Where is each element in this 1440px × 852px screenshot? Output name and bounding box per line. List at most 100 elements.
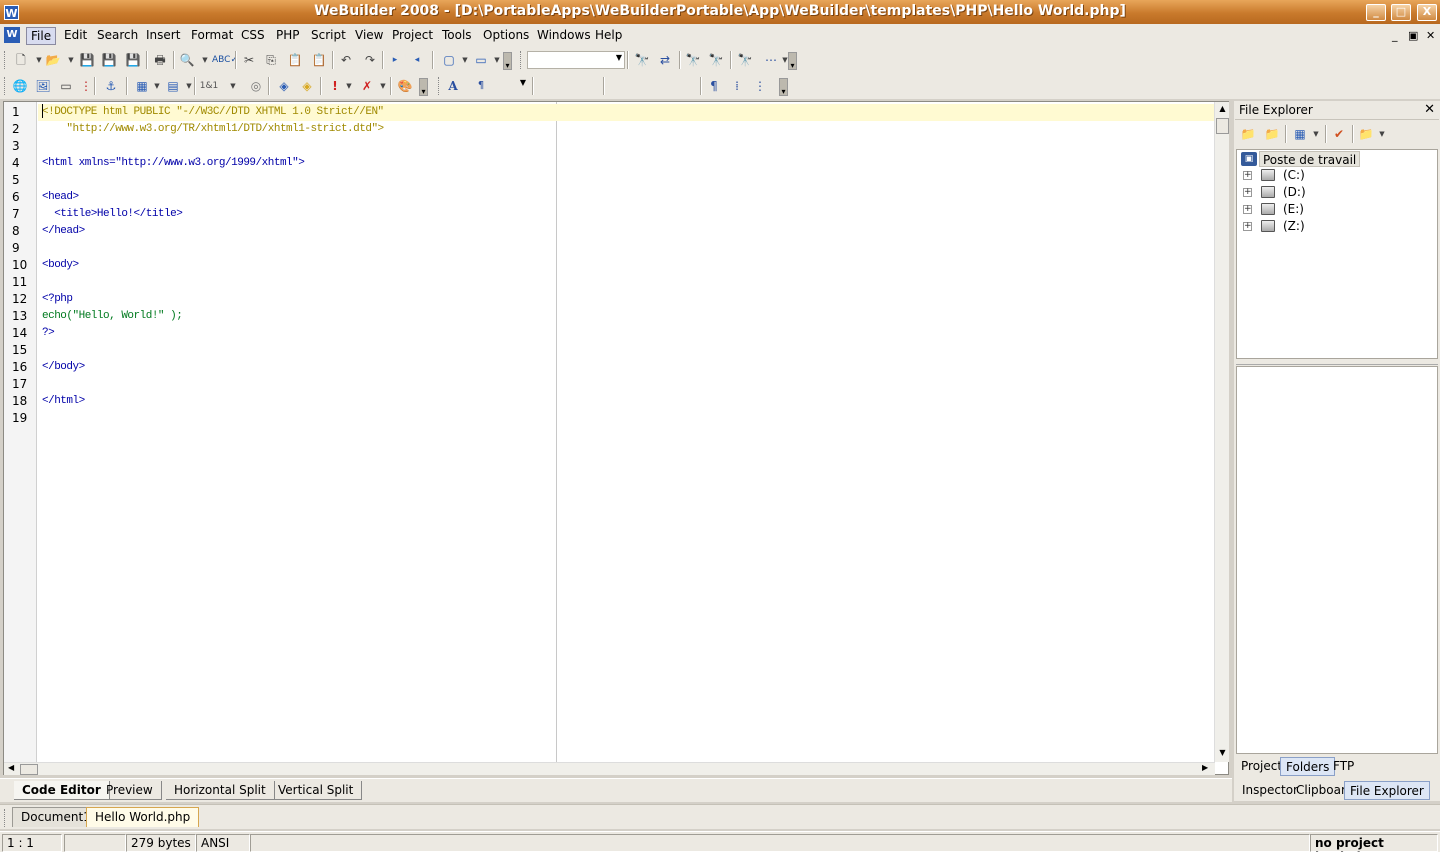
code-line[interactable]: echo("Hello, World!" );	[42, 308, 183, 325]
toolbar-grip[interactable]	[438, 77, 441, 95]
expand-icon[interactable]: +	[1243, 188, 1252, 197]
menu-windows[interactable]: Windows	[533, 27, 595, 45]
special-chars-icon[interactable]: 1&1	[198, 77, 220, 95]
indent-icon[interactable]: ▸	[386, 51, 404, 69]
menu-css[interactable]: CSS	[237, 27, 269, 45]
tree-node-drive-z[interactable]: (Z:)	[1283, 218, 1305, 234]
paste-special-icon[interactable]: 📋	[310, 51, 328, 69]
menu-edit[interactable]: Edit	[60, 27, 91, 45]
view-mode-dropdown-icon[interactable]: ▼	[1307, 125, 1325, 143]
special-chars-dropdown-icon[interactable]: ▼	[224, 77, 242, 95]
image-icon[interactable]: 🖼	[34, 77, 52, 95]
tab-code-editor[interactable]: Code Editor	[14, 781, 110, 800]
close-icon[interactable]: ✕	[1424, 102, 1435, 117]
tab-hello-world-php[interactable]: Hello World.php	[86, 807, 200, 827]
code-line[interactable]: <body>	[42, 257, 79, 274]
new-folder-icon[interactable]: 📁	[1263, 125, 1281, 143]
menu-search[interactable]: Search	[93, 27, 142, 45]
code-line[interactable]: "http://www.w3.org/TR/xhtml1/DTD/xhtml1-…	[42, 121, 384, 138]
toolbar-grip[interactable]	[4, 51, 7, 69]
font-icon[interactable]: A	[444, 77, 462, 95]
horizontal-scroll-thumb[interactable]	[20, 764, 38, 775]
code-line[interactable]: <title>Hello!</title>	[42, 206, 183, 223]
menu-format[interactable]: Format	[187, 27, 237, 45]
font-combo[interactable]: ▼	[527, 51, 625, 69]
cut-icon[interactable]: ✂	[240, 51, 258, 69]
toolbar-overflow-icon[interactable]: ▾	[779, 78, 788, 96]
scroll-left-icon[interactable]: ◀	[8, 763, 14, 772]
tab-horizontal-split[interactable]: Horizontal Split	[166, 781, 275, 800]
toolbar-overflow-icon[interactable]: ▾	[503, 52, 512, 70]
menu-script[interactable]: Script	[307, 27, 350, 45]
vertical-scroll-thumb[interactable]	[1216, 118, 1229, 134]
code-area[interactable]: <!DOCTYPE html PUBLIC "-//W3C//DTD XHTML…	[38, 102, 1215, 762]
toolbar-grip[interactable]	[520, 51, 523, 69]
tidy-icon[interactable]: ◈	[298, 77, 316, 95]
paste-icon[interactable]: 📋	[286, 51, 304, 69]
menu-php[interactable]: PHP	[272, 27, 304, 45]
expand-icon[interactable]: +	[1243, 205, 1252, 214]
code-editor[interactable]: 1 2 3 4 5 6 7 8 9 10 11 12 13 14 15 16 17 18 19 <!DOCTYPE …	[3, 101, 1229, 775]
tree-node-root[interactable]: Poste de travail	[1259, 151, 1361, 167]
code-line[interactable]: </html>	[42, 393, 85, 410]
pane-splitter[interactable]	[1236, 360, 1438, 365]
horizontal-scrollbar[interactable]: ◀ ▶	[4, 762, 1215, 775]
print-preview-icon[interactable]: 🔍	[178, 51, 196, 69]
save-all-icon[interactable]: 💾	[100, 51, 118, 69]
scroll-right-icon[interactable]: ▶	[1202, 763, 1208, 772]
folder-tree[interactable]: ▣ Poste de travail + (C:) + (D:) + (E:) …	[1236, 149, 1438, 359]
paragraph-icon[interactable]: ¶	[472, 77, 490, 95]
favorites-dropdown-icon[interactable]: ▼	[1373, 125, 1391, 143]
find-icon[interactable]: 🔭	[633, 51, 651, 69]
file-list-pane[interactable]	[1236, 366, 1438, 754]
print-icon[interactable]: 🖶	[151, 51, 169, 69]
line-break-icon[interactable]: ⁞	[728, 77, 746, 95]
find-next-icon[interactable]: 🔭	[707, 51, 725, 69]
tree-node-drive-e[interactable]: (E:)	[1283, 201, 1304, 217]
more-tags-icon[interactable]: ⋮	[77, 77, 95, 95]
tab-vertical-split[interactable]: Vertical Split	[270, 781, 363, 800]
mdi-close-button[interactable]: ✕	[1426, 29, 1435, 42]
find-previous-icon[interactable]: 🔭	[684, 51, 702, 69]
menu-file[interactable]: File	[26, 27, 57, 45]
tree-node-drive-c[interactable]: (C:)	[1283, 167, 1305, 183]
outdent-icon[interactable]: ◂	[408, 51, 426, 69]
code-line[interactable]: <head>	[42, 189, 79, 206]
tree-node-drive-d[interactable]: (D:)	[1283, 184, 1306, 200]
save-icon[interactable]: 💾	[78, 51, 96, 69]
code-line[interactable]: <?php	[42, 291, 73, 308]
spellcheck-icon[interactable]: ABC✓	[212, 51, 238, 69]
alert-dropdown-icon[interactable]: ▼	[340, 77, 358, 95]
redo-icon[interactable]: ↷	[361, 51, 379, 69]
close-button[interactable]: X	[1417, 4, 1437, 21]
color-picker-icon[interactable]: ◎	[247, 77, 265, 95]
code-line[interactable]: </body>	[42, 359, 85, 376]
document-icon[interactable]: W	[4, 27, 20, 43]
menu-options[interactable]: Options	[479, 27, 533, 45]
toolbar-overflow-icon[interactable]: ▾	[419, 78, 428, 96]
maximize-button[interactable]: □	[1391, 4, 1411, 21]
validate-icon[interactable]: ◈	[275, 77, 293, 95]
tab-ftp[interactable]: FTP	[1328, 757, 1359, 776]
scroll-down-icon[interactable]: ▼	[1216, 748, 1229, 757]
menu-project[interactable]: Project	[388, 27, 437, 45]
menu-tools[interactable]: Tools	[438, 27, 476, 45]
code-line[interactable]: <!DOCTYPE html PUBLIC "-//W3C//DTD XHTML…	[38, 104, 1214, 121]
expand-icon[interactable]: +	[1243, 171, 1252, 180]
hyperlink-icon[interactable]: 🌐	[11, 77, 29, 95]
paragraph-mark-icon[interactable]: ¶	[705, 77, 723, 95]
minimize-button[interactable]: _	[1366, 4, 1386, 21]
filter-icon[interactable]: ✔	[1330, 125, 1348, 143]
palette-icon[interactable]: 🎨	[396, 77, 414, 95]
toolbar-overflow-icon[interactable]: ▾	[788, 52, 797, 70]
more-icon[interactable]: ⋮	[751, 77, 769, 95]
mdi-minimize-button[interactable]: _	[1392, 29, 1398, 42]
menu-help[interactable]: Help	[591, 27, 626, 45]
find-in-files-icon[interactable]: 🔭	[736, 51, 754, 69]
code-line[interactable]: </head>	[42, 223, 85, 240]
mdi-restore-button[interactable]: ▣	[1408, 29, 1418, 42]
new-file-icon[interactable]: 🗋	[12, 51, 30, 69]
horizontal-rule-icon[interactable]: ▭	[57, 77, 75, 95]
toolbar-grip[interactable]	[4, 77, 7, 95]
menu-insert[interactable]: Insert	[142, 27, 184, 45]
